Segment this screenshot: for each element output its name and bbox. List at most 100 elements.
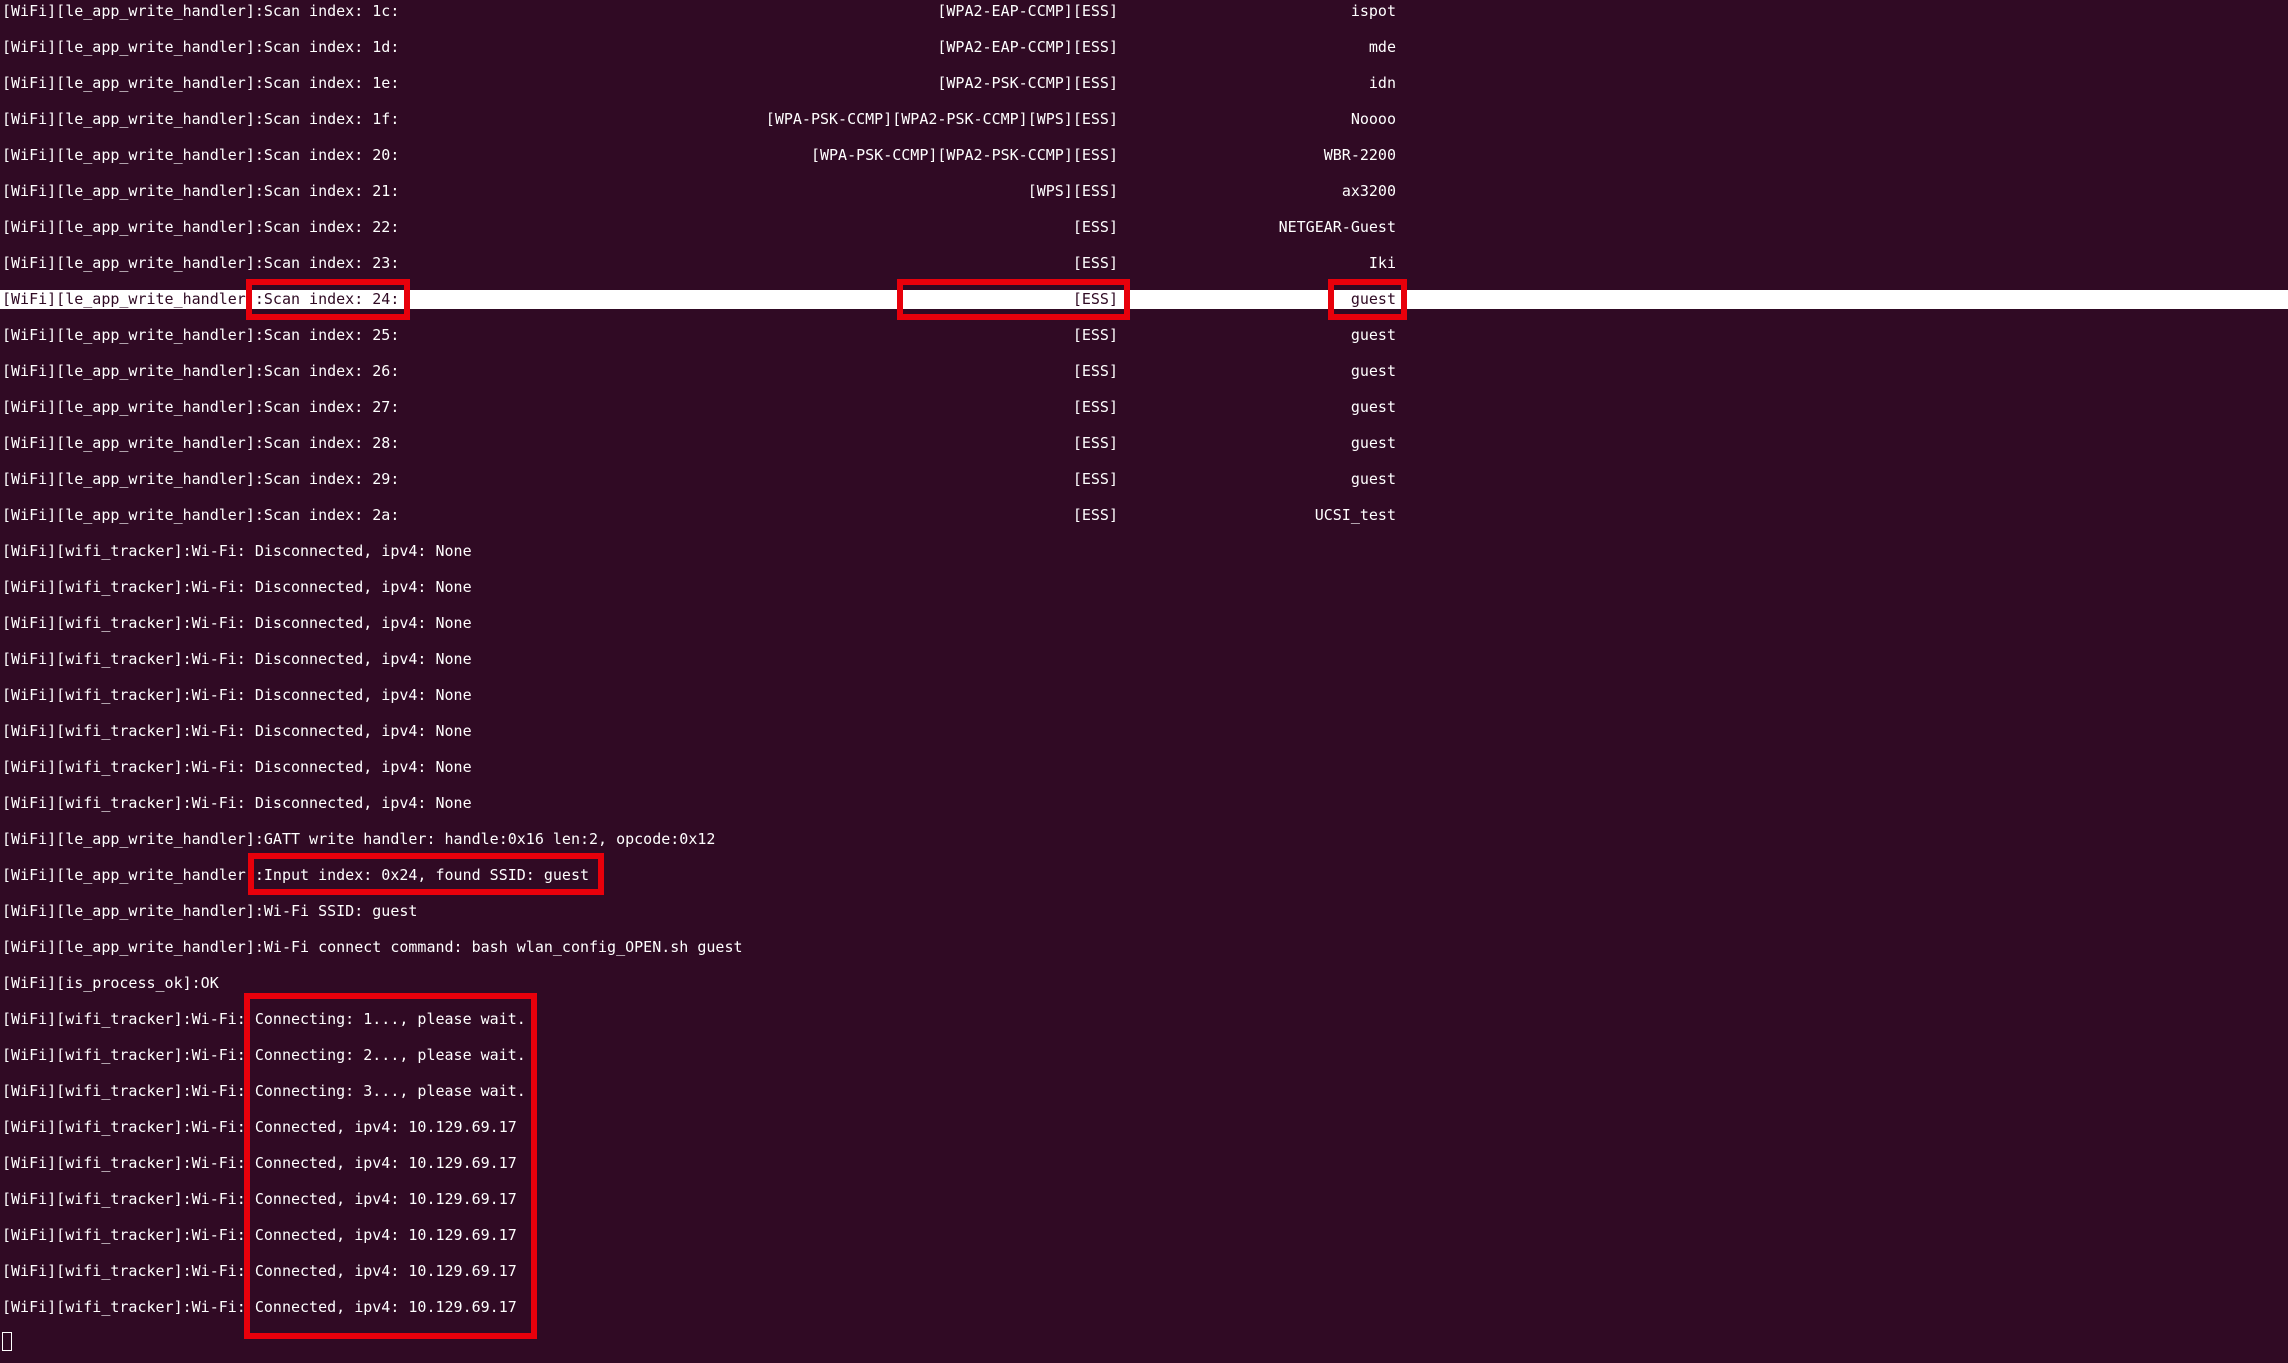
scan-row: [WiFi][le_app_write_handler]:Scan index:… xyxy=(0,110,2288,129)
scan-row-prefix: [WiFi][le_app_write_handler]:Scan index:… xyxy=(2,506,400,524)
scan-row-flags: [ESS] xyxy=(1072,506,1118,524)
scan-row-flags: [ESS] xyxy=(1072,470,1118,488)
scan-row-flags: [WPA-PSK-CCMP][WPA2-PSK-CCMP][WPS][ESS] xyxy=(765,110,1118,128)
scan-row: [WiFi][le_app_write_handler]:Scan index:… xyxy=(0,182,2288,201)
scan-row: [WiFi][le_app_write_handler]:Scan index:… xyxy=(0,326,2288,345)
log-line: [WiFi][wifi_tracker]:Wi-Fi: Connecting: … xyxy=(0,1046,2288,1065)
log-line-text: [WiFi][wifi_tracker]:Wi-Fi: Connected, i… xyxy=(2,1118,517,1136)
scan-row: [WiFi][le_app_write_handler]:Scan index:… xyxy=(0,218,2288,237)
scan-row-ssid: NETGEAR-Guest xyxy=(1278,218,1396,236)
scan-row-prefix: [WiFi][le_app_write_handler]:Scan index:… xyxy=(2,2,400,20)
scan-row-prefix: [WiFi][le_app_write_handler]:Scan index:… xyxy=(2,434,400,452)
log-line: [WiFi][wifi_tracker]:Wi-Fi: Disconnected… xyxy=(0,722,2288,741)
scan-row-ssid: Iki xyxy=(1368,254,1396,272)
scan-row-prefix: [WiFi][le_app_write_handler]:Scan index:… xyxy=(2,398,400,416)
scan-row-ssid: guest xyxy=(1350,434,1396,452)
scan-row-ssid: UCSI_test xyxy=(1314,506,1396,524)
scan-row-ssid: idn xyxy=(1368,74,1396,92)
log-line: [WiFi][wifi_tracker]:Wi-Fi: Connected, i… xyxy=(0,1154,2288,1173)
log-line: [WiFi][wifi_tracker]:Wi-Fi: Disconnected… xyxy=(0,758,2288,777)
scan-row: [WiFi][le_app_write_handler]:Scan index:… xyxy=(0,146,2288,165)
log-line-text: [WiFi][wifi_tracker]:Wi-Fi: Connected, i… xyxy=(2,1190,517,1208)
log-line: [WiFi][wifi_tracker]:Wi-Fi: Connected, i… xyxy=(0,1118,2288,1137)
scan-row: [WiFi][le_app_write_handler]:Scan index:… xyxy=(0,434,2288,453)
log-line: [WiFi][wifi_tracker]:Wi-Fi: Disconnected… xyxy=(0,794,2288,813)
log-line-text: [WiFi][wifi_tracker]:Wi-Fi: Disconnected… xyxy=(2,542,472,560)
scan-row-selected[interactable]: [WiFi][le_app_write_handler]:Scan index:… xyxy=(0,290,2288,309)
log-line-text: [WiFi][le_app_write_handler]:Input index… xyxy=(2,866,589,884)
scan-row: [WiFi][le_app_write_handler]:Scan index:… xyxy=(0,470,2288,489)
log-line-text: [WiFi][le_app_write_handler]:Wi-Fi conne… xyxy=(2,938,743,956)
log-line-text: [WiFi][le_app_write_handler]:GATT write … xyxy=(2,830,716,848)
scan-row-prefix: [WiFi][le_app_write_handler]:Scan index:… xyxy=(2,182,400,200)
scan-row-ssid: guest xyxy=(1350,470,1396,488)
log-line-text: [WiFi][wifi_tracker]:Wi-Fi: Disconnected… xyxy=(2,722,472,740)
log-line-text: [WiFi][is_process_ok]:OK xyxy=(2,974,219,992)
scan-row: [WiFi][le_app_write_handler]:Scan index:… xyxy=(0,74,2288,93)
scan-row-flags: [WPA2-PSK-CCMP][ESS] xyxy=(937,74,1118,92)
scan-row-flags: [WPA2-EAP-CCMP][ESS] xyxy=(937,2,1118,20)
scan-row-prefix: [WiFi][le_app_write_handler]:Scan index:… xyxy=(2,470,400,488)
scan-row-prefix: [WiFi][le_app_write_handler]:Scan index:… xyxy=(2,290,400,308)
log-line-text: [WiFi][wifi_tracker]:Wi-Fi: Connecting: … xyxy=(2,1082,526,1100)
log-line: [WiFi][wifi_tracker]:Wi-Fi: Disconnected… xyxy=(0,650,2288,669)
log-line: [WiFi][le_app_write_handler]:Input index… xyxy=(0,866,2288,885)
scan-row: [WiFi][le_app_write_handler]:Scan index:… xyxy=(0,38,2288,57)
scan-row-flags: [ESS] xyxy=(1072,362,1118,380)
scan-row-ssid: guest xyxy=(1350,398,1396,416)
scan-row-prefix: [WiFi][le_app_write_handler]:Scan index:… xyxy=(2,74,400,92)
log-line-text: [WiFi][wifi_tracker]:Wi-Fi: Disconnected… xyxy=(2,758,472,776)
scan-row-ssid: mde xyxy=(1368,38,1396,56)
scan-row: [WiFi][le_app_write_handler]:Scan index:… xyxy=(0,506,2288,525)
scan-row-ssid: ax3200 xyxy=(1341,182,1396,200)
log-line: [WiFi][wifi_tracker]:Wi-Fi: Connected, i… xyxy=(0,1226,2288,1245)
log-line-text: [WiFi][wifi_tracker]:Wi-Fi: Disconnected… xyxy=(2,578,472,596)
scan-row-flags: [ESS] xyxy=(1072,254,1118,272)
log-line: [WiFi][wifi_tracker]:Wi-Fi: Connected, i… xyxy=(0,1262,2288,1281)
log-line: [WiFi][le_app_write_handler]:Wi-Fi conne… xyxy=(0,938,2288,957)
log-line: [WiFi][wifi_tracker]:Wi-Fi: Disconnected… xyxy=(0,614,2288,633)
scan-row-flags: [ESS] xyxy=(1072,326,1118,344)
scan-row: [WiFi][le_app_write_handler]:Scan index:… xyxy=(0,254,2288,273)
log-line-text: [WiFi][wifi_tracker]:Wi-Fi: Connected, i… xyxy=(2,1154,517,1172)
scan-row: [WiFi][le_app_write_handler]:Scan index:… xyxy=(0,362,2288,381)
scan-row-flags: [WPS][ESS] xyxy=(1027,182,1118,200)
log-line-text: [WiFi][le_app_write_handler]:Wi-Fi SSID:… xyxy=(2,902,418,920)
log-line-text: [WiFi][wifi_tracker]:Wi-Fi: Connecting: … xyxy=(2,1046,526,1064)
log-line-text: [WiFi][wifi_tracker]:Wi-Fi: Connecting: … xyxy=(2,1010,526,1028)
scan-row-ssid: guest xyxy=(1350,290,1396,308)
scan-row-prefix: [WiFi][le_app_write_handler]:Scan index:… xyxy=(2,326,400,344)
log-line: [WiFi][le_app_write_handler]:Wi-Fi SSID:… xyxy=(0,902,2288,921)
scan-row-flags: [WPA-PSK-CCMP][WPA2-PSK-CCMP][ESS] xyxy=(810,146,1118,164)
scan-row-prefix: [WiFi][le_app_write_handler]:Scan index:… xyxy=(2,254,400,272)
log-line: [WiFi][wifi_tracker]:Wi-Fi: Connected, i… xyxy=(0,1190,2288,1209)
terminal-window[interactable]: [WiFi][le_app_write_handler]:Scan index:… xyxy=(0,0,2288,1363)
log-line: [WiFi][is_process_ok]:OK xyxy=(0,974,2288,993)
log-line: [WiFi][wifi_tracker]:Wi-Fi: Connected, i… xyxy=(0,1298,2288,1317)
scan-row-ssid: Noooo xyxy=(1350,110,1396,128)
log-line-text: [WiFi][wifi_tracker]:Wi-Fi: Disconnected… xyxy=(2,686,472,704)
log-line-text: [WiFi][wifi_tracker]:Wi-Fi: Connected, i… xyxy=(2,1226,517,1244)
log-line-text: [WiFi][wifi_tracker]:Wi-Fi: Connected, i… xyxy=(2,1262,517,1280)
text-cursor xyxy=(2,1332,12,1351)
scan-row-ssid: ispot xyxy=(1350,2,1396,20)
scan-row-prefix: [WiFi][le_app_write_handler]:Scan index:… xyxy=(2,218,400,236)
scan-row-ssid: guest xyxy=(1350,362,1396,380)
scan-row-prefix: [WiFi][le_app_write_handler]:Scan index:… xyxy=(2,110,400,128)
scan-row-prefix: [WiFi][le_app_write_handler]:Scan index:… xyxy=(2,146,400,164)
log-line-text: [WiFi][wifi_tracker]:Wi-Fi: Disconnected… xyxy=(2,794,472,812)
log-line: [WiFi][wifi_tracker]:Wi-Fi: Connecting: … xyxy=(0,1082,2288,1101)
log-line: [WiFi][le_app_write_handler]:GATT write … xyxy=(0,830,2288,849)
scan-row: [WiFi][le_app_write_handler]:Scan index:… xyxy=(0,398,2288,417)
scan-row-prefix: [WiFi][le_app_write_handler]:Scan index:… xyxy=(2,362,400,380)
scan-row-flags: [ESS] xyxy=(1072,398,1118,416)
log-line-text: [WiFi][wifi_tracker]:Wi-Fi: Disconnected… xyxy=(2,614,472,632)
scan-row-flags: [ESS] xyxy=(1072,290,1118,308)
scan-row-ssid: guest xyxy=(1350,326,1396,344)
scan-row-flags: [ESS] xyxy=(1072,434,1118,452)
log-line: [WiFi][wifi_tracker]:Wi-Fi: Disconnected… xyxy=(0,578,2288,597)
scan-row-prefix: [WiFi][le_app_write_handler]:Scan index:… xyxy=(2,38,400,56)
scan-row-ssid: WBR-2200 xyxy=(1323,146,1396,164)
log-line-text: [WiFi][wifi_tracker]:Wi-Fi: Connected, i… xyxy=(2,1298,517,1316)
scan-row-flags: [ESS] xyxy=(1072,218,1118,236)
